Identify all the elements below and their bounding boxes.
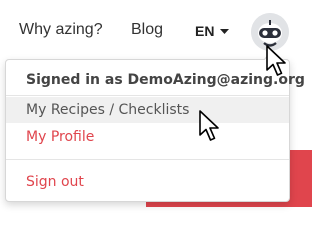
user-dropdown-menu: Signed in as DemoAzing@azing.org My Reci… bbox=[5, 52, 305, 202]
nav-why-azing-link[interactable]: Why azing? bbox=[19, 21, 103, 39]
dropdown-pointer bbox=[263, 52, 279, 61]
caret-down-icon[interactable] bbox=[220, 29, 229, 34]
menu-item-my-profile[interactable]: My Profile bbox=[6, 124, 289, 150]
nav-blog-link[interactable]: Blog bbox=[131, 21, 163, 39]
user-avatar[interactable] bbox=[251, 13, 289, 51]
signed-in-label: Signed in as DemoAzing@azing.org bbox=[26, 72, 305, 88]
menu-divider bbox=[6, 95, 289, 96]
robot-avatar-icon bbox=[251, 13, 289, 51]
menu-divider bbox=[6, 159, 289, 160]
menu-item-sign-out[interactable]: Sign out bbox=[6, 169, 289, 195]
menu-item-my-recipes[interactable]: My Recipes / Checklists bbox=[6, 97, 289, 123]
language-selector[interactable]: EN bbox=[195, 23, 214, 39]
